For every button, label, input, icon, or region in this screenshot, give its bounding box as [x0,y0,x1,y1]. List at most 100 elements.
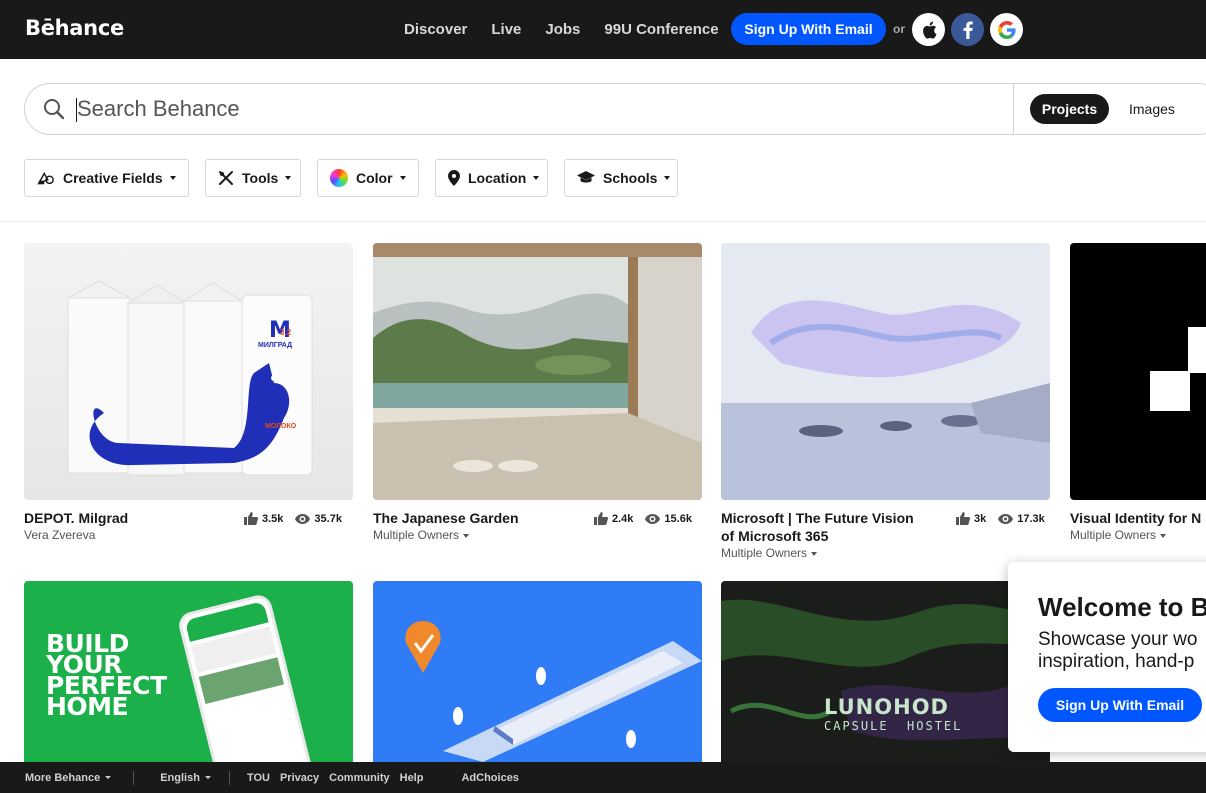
owner-label: Multiple Owners [721,546,808,560]
nav-discover[interactable]: Discover [404,21,467,38]
filter-divider [0,221,1206,222]
project-thumbnail-build-home[interactable]: BUILD YOUR PERFECT HOME [24,581,353,762]
nav-jobs[interactable]: Jobs [545,21,580,38]
location-pin-icon [448,169,460,187]
footer-link-tou[interactable]: TOU [247,772,270,784]
chevron-down-icon [463,533,470,538]
behance-logo[interactable]: Bēhance [25,16,124,40]
project-stats: 3k 17.3k [944,512,1045,525]
project-thumbnail-lunohod[interactable]: LUNOHOD CAPSULE HOSTEL [721,581,1050,762]
garden-interior-image [373,243,702,500]
apple-icon [922,21,936,39]
like-count: 2.4k [612,512,634,525]
welcome-sign-up-button[interactable]: Sign Up With Email [1038,688,1202,722]
project-owner[interactable]: Multiple Owners [1070,528,1167,542]
welcome-popup: Welcome to B Showcase your wo inspiratio… [1008,562,1206,752]
tab-projects[interactable]: Projects [1030,94,1109,124]
eye-icon [998,513,1014,524]
tools-icon [218,169,234,187]
lunohod-logo-text: LUNOHOD [824,695,949,719]
milgrad-product-label: МОЛОКО [265,423,297,430]
sign-up-button[interactable]: Sign Up With Email [731,13,886,45]
language-dropdown[interactable]: English [160,772,211,784]
milgrad-fat-label: 3.2 [280,328,292,337]
project-title[interactable]: Microsoft | The Future Vision [721,509,914,527]
project-owner[interactable]: Multiple Owners [373,528,470,542]
view-count: 15.6k [664,512,692,525]
project-thumbnail-milgrad[interactable]: M МИЛГРАД 3.2 МОЛОКО [24,243,353,500]
project-owner[interactable]: Multiple Owners [721,546,818,560]
white-block-shape [1150,371,1190,411]
chevron-down-icon [1160,533,1167,538]
location-label: Location [468,170,527,186]
thumbs-up-icon [956,512,970,525]
apple-signin-button[interactable] [912,13,945,46]
project-title[interactable]: The Japanese Garden [373,509,519,527]
location-filter[interactable]: Location [435,159,548,197]
search-bar [24,83,1206,135]
main-nav: Discover Live Jobs 99U Conference [404,21,743,38]
nav-99u-conference[interactable]: 99U Conference [604,21,718,38]
google-signin-button[interactable] [990,13,1023,46]
chevron-down-icon [533,176,540,180]
footer-bar: More Behance English TOU Privacy Communi… [0,762,1206,793]
top-navigation-bar: Bēhance Discover Live Jobs 99U Conferenc… [0,0,1206,59]
owner-label: Multiple Owners [373,528,460,542]
tools-filter[interactable]: Tools [205,159,301,197]
chevron-down-icon [204,776,211,780]
train-illustration [405,621,702,762]
view-count: 35.7k [314,512,342,525]
chevron-down-icon [285,176,292,180]
color-wheel-icon [330,169,348,187]
footer-divider [228,770,230,785]
welcome-text-line-2: inspiration, hand-p [1038,651,1195,672]
chevron-down-icon [169,176,176,180]
project-owner[interactable]: Vera Zvereva [24,528,95,542]
project-thumbnail-train[interactable] [373,581,702,762]
project-title[interactable]: DEPOT. Milgrad [24,509,128,527]
creative-fields-label: Creative Fields [63,170,163,186]
project-thumbnail-japanese-garden[interactable] [373,243,702,500]
welcome-text: Showcase your wo inspiration, hand-p [1038,629,1197,673]
project-title[interactable]: Visual Identity for N [1070,509,1201,527]
footer-link-help[interactable]: Help [400,772,424,784]
project-title-line-2[interactable]: of Microsoft 365 [721,527,828,545]
milgrad-brand-name: МИЛГРАД [258,342,293,349]
project-thumbnail-visual-identity[interactable] [1070,243,1206,500]
footer-link-privacy[interactable]: Privacy [280,772,319,784]
thumbnail-headline: BUILD YOUR PERFECT HOME [46,629,167,721]
project-stats: 3.5k 35.7k [232,512,342,525]
graduation-cap-icon [577,169,595,187]
footer-divider [133,770,135,785]
facebook-icon [963,21,973,39]
eye-icon [645,513,661,524]
language-label: English [160,771,200,784]
glass-sculpture-image [721,243,1050,500]
milk-cartons-image [67,280,313,476]
footer-link-adchoices[interactable]: AdChoices [461,772,518,784]
tab-images[interactable]: Images [1129,101,1175,117]
chevron-down-icon [811,551,818,556]
owner-label: Multiple Owners [1070,528,1157,542]
eye-icon [295,513,311,524]
color-label: Color [356,170,393,186]
nav-live[interactable]: Live [491,21,521,38]
creative-fields-filter[interactable]: Creative Fields [24,159,189,197]
search-icon [43,98,65,125]
search-input[interactable] [77,94,977,124]
footer-link-community[interactable]: Community [329,772,390,784]
chevron-down-icon [399,176,406,180]
color-filter[interactable]: Color [317,159,419,197]
facebook-signin-button[interactable] [951,13,984,46]
project-thumbnail-microsoft[interactable] [721,243,1050,500]
chevron-down-icon [664,176,671,180]
schools-filter[interactable]: Schools [564,159,678,197]
white-block-shape [1188,327,1206,373]
more-behance-label: More Behance [25,771,101,784]
google-icon [997,20,1016,39]
chevron-down-icon [105,776,112,780]
lunohod-abstract-image [721,599,1050,741]
or-label: or [893,22,905,36]
thumbs-up-icon [594,512,608,525]
more-behance-dropdown[interactable]: More Behance [25,771,112,784]
